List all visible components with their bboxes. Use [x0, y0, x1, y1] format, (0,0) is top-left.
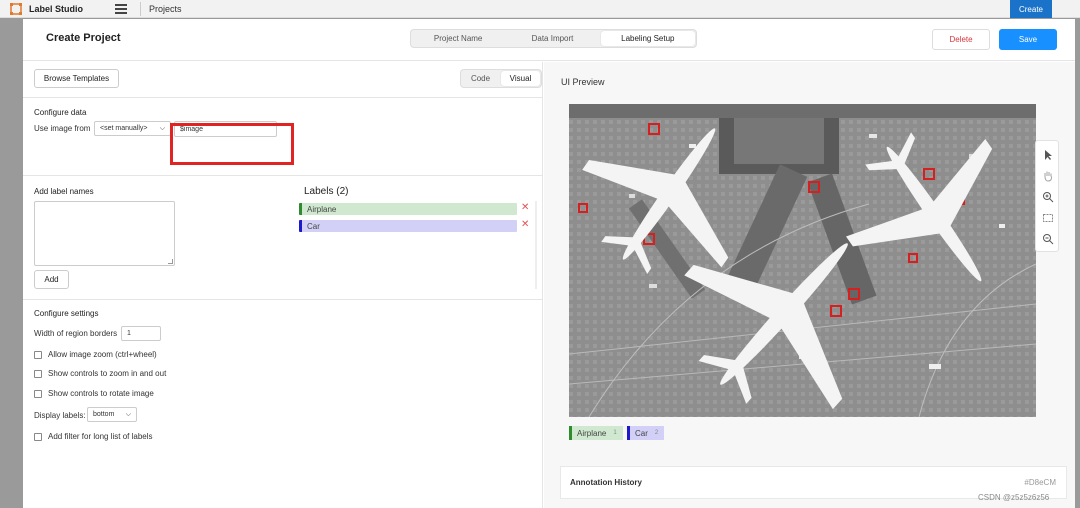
filter-option-row[interactable]: Add filter for long list of labels: [34, 432, 153, 441]
create-project-modal: Create Project Project Name Data Import …: [23, 19, 1075, 508]
view-toggle: Code Visual: [460, 69, 542, 88]
step-tabs: Project Name Data Import Labeling Setup: [410, 29, 697, 48]
display-labels-select[interactable]: bottom ⌵: [87, 407, 137, 422]
remove-airplane-icon[interactable]: ✕: [521, 202, 529, 213]
display-labels-label: Display labels:: [34, 411, 86, 420]
highlight-box: [170, 123, 294, 165]
divider: [23, 97, 543, 98]
add-labels-button[interactable]: Add: [34, 270, 69, 289]
chevron-down-icon: ⌵: [159, 124, 165, 132]
code-view-option[interactable]: Code: [461, 70, 500, 87]
annotation-history-title: Annotation History: [570, 478, 642, 487]
use-image-from-label: Use image from: [34, 124, 91, 133]
label-names-textarea[interactable]: [34, 201, 175, 266]
save-button[interactable]: Save: [999, 29, 1057, 50]
label-item-car[interactable]: Car: [299, 220, 517, 232]
page-title: Create Project: [46, 32, 121, 44]
divider: [23, 299, 543, 300]
brand-name: Label Studio: [29, 4, 83, 14]
rotate-controls-checkbox[interactable]: [34, 389, 42, 398]
border-width-input[interactable]: 1: [121, 326, 161, 341]
zoom-checkbox[interactable]: [34, 350, 42, 359]
fit-screen-icon[interactable]: [1042, 212, 1054, 224]
zoom-option-label: Allow image zoom (ctrl+wheel): [48, 350, 157, 359]
tag-hotkey: 1: [613, 430, 617, 436]
configure-data-title: Configure data: [34, 108, 87, 117]
aerial-airport-image: [569, 104, 1036, 417]
preview-image[interactable]: [569, 104, 1036, 417]
top-bar: Label Studio Projects Create: [0, 0, 1080, 18]
browse-templates-button[interactable]: Browse Templates: [34, 69, 119, 88]
labels-scrollbar[interactable]: [535, 201, 537, 289]
preview-tag-car[interactable]: Car 2: [627, 426, 665, 440]
label-studio-logo-icon[interactable]: [10, 3, 22, 15]
divider: [23, 175, 543, 176]
tab-project-name[interactable]: Project Name: [411, 30, 505, 47]
configure-settings-title: Configure settings: [34, 309, 99, 318]
zoom-option-row[interactable]: Allow image zoom (ctrl+wheel): [34, 350, 157, 359]
image-source-value: <set manually>: [100, 125, 148, 132]
annotation-id: #D8eCM: [1024, 478, 1056, 487]
zoom-out-icon[interactable]: [1042, 233, 1054, 245]
zoom-in-icon[interactable]: [1042, 191, 1054, 203]
ui-preview-panel: UI Preview Airplane 1 Car 2 Annotation H…: [544, 62, 1075, 508]
labels-list-title: Labels (2): [304, 186, 349, 197]
pointer-icon[interactable]: [1042, 149, 1054, 161]
watermark: CSDN @z5z5z6z56: [978, 493, 1050, 502]
hand-pan-icon[interactable]: [1042, 170, 1054, 182]
rotate-controls-row[interactable]: Show controls to rotate image: [34, 389, 154, 398]
tag-name: Car: [635, 428, 648, 438]
chevron-down-icon: ⌵: [125, 410, 131, 418]
zoom-controls-row[interactable]: Show controls to zoom in and out: [34, 369, 166, 378]
filter-option-label: Add filter for long list of labels: [48, 432, 153, 441]
breadcrumb-projects[interactable]: Projects: [149, 4, 182, 14]
display-labels-value: bottom: [93, 411, 115, 418]
menu-icon[interactable]: [115, 4, 127, 14]
zoom-controls-label: Show controls to zoom in and out: [48, 369, 167, 378]
resize-handle-icon[interactable]: [168, 259, 173, 264]
delete-button[interactable]: Delete: [932, 29, 990, 50]
label-item-airplane[interactable]: Airplane: [299, 203, 517, 215]
top-create-button[interactable]: Create: [1010, 0, 1052, 18]
add-label-names-title: Add label names: [34, 187, 94, 196]
filter-checkbox[interactable]: [34, 432, 42, 441]
tag-hotkey: 2: [654, 430, 659, 436]
tab-labeling-setup[interactable]: Labeling Setup: [600, 31, 695, 46]
rotate-controls-label: Show controls to rotate image: [48, 389, 154, 398]
visual-view-option[interactable]: Visual: [501, 71, 540, 86]
remove-car-icon[interactable]: ✕: [521, 219, 529, 230]
zoom-controls-checkbox[interactable]: [34, 369, 42, 378]
image-source-select[interactable]: <set manually> ⌵: [94, 121, 171, 136]
tab-data-import[interactable]: Data Import: [505, 30, 599, 47]
modal-header: Create Project Project Name Data Import …: [23, 19, 1075, 61]
tag-name: Airplane: [577, 428, 607, 438]
config-panel: Browse Templates Code Visual Configure d…: [23, 62, 543, 508]
ui-preview-title: UI Preview: [561, 77, 605, 87]
border-width-label: Width of region borders: [34, 329, 118, 338]
breadcrumb-divider: [140, 2, 141, 16]
preview-tag-airplane[interactable]: Airplane 1: [569, 426, 623, 440]
image-tools-panel: [1035, 140, 1059, 252]
